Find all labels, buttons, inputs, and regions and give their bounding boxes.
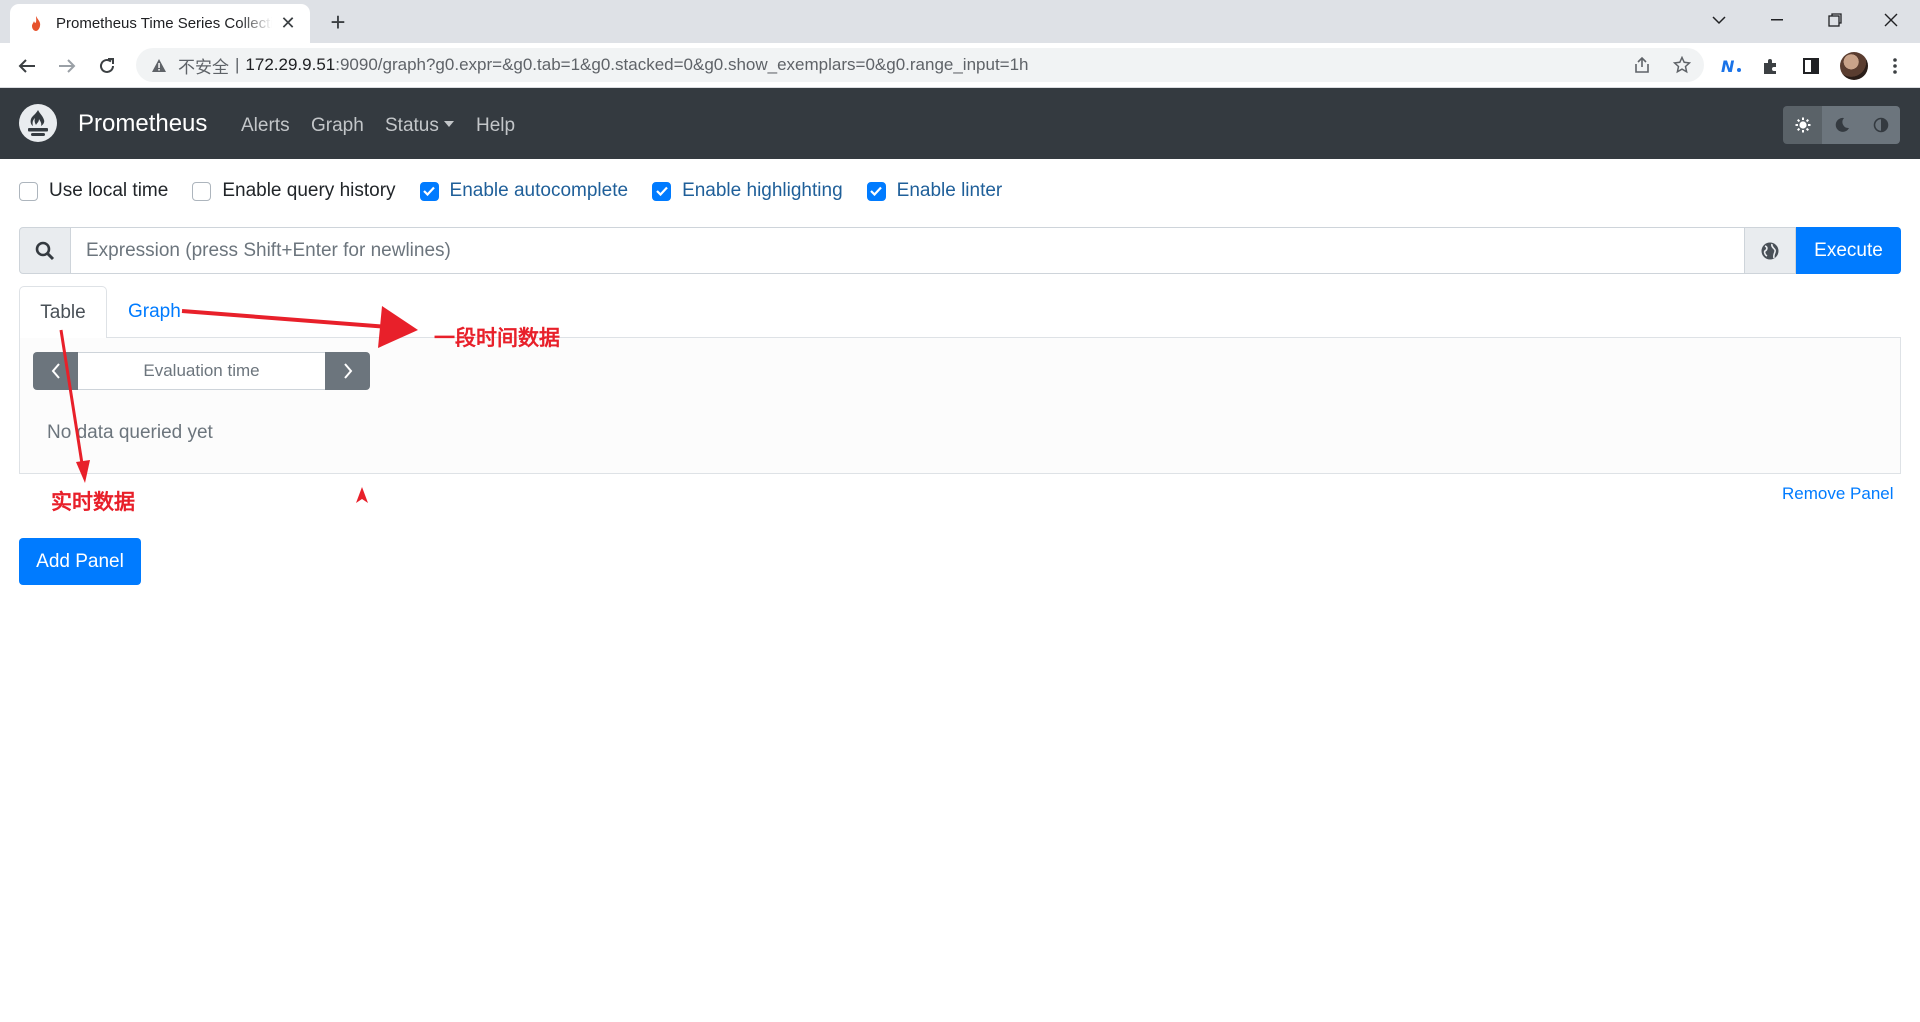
browser-tabstrip: Prometheus Time Series Collection and Pr… [0,0,1920,43]
nav-status[interactable]: Status [385,115,454,137]
query-options: Use local time Enable query history Enab… [19,180,1026,202]
tab-search-icon[interactable] [1690,0,1748,40]
expression-input[interactable]: Expression (press Shift+Enter for newlin… [71,227,1745,274]
nav-alerts[interactable]: Alerts [241,115,290,137]
checkmark-icon [655,186,668,196]
linter-checkbox[interactable] [866,181,886,201]
autocomplete-label[interactable]: Enable autocomplete [450,180,629,202]
use-local-time-checkbox[interactable] [19,181,38,201]
highlighting-option[interactable]: Enable highlighting [652,180,843,202]
use-local-time-label[interactable]: Use local time [49,180,168,202]
extensions-puzzle-icon[interactable] [1758,53,1784,79]
nav-help[interactable]: Help [476,115,515,137]
not-secure-warning-icon[interactable] [150,56,168,74]
tab-graph[interactable]: Graph [108,286,201,338]
nav-status-label: Status [385,115,439,136]
share-icon[interactable] [1632,55,1652,75]
theme-switcher [1783,106,1900,144]
not-secure-label: 不安全 [178,57,229,77]
evaluation-time-placeholder: Evaluation time [143,361,260,380]
expression-placeholder: Expression (press Shift+Enter for newlin… [86,239,451,261]
table-panel-body: Evaluation time No data queried yet [19,338,1901,474]
prometheus-flame-icon [28,15,44,32]
url-host: 172.29.9.51 [245,55,336,74]
dark-theme-moon-icon[interactable] [1822,106,1861,144]
previous-time-chevron-left-icon[interactable] [33,352,78,390]
reload-icon[interactable] [92,51,122,81]
checkmark-icon [423,186,435,196]
minimize-icon[interactable] [1748,0,1806,40]
add-panel-button[interactable]: Add Panel [19,538,141,585]
evaluation-time-group: Evaluation time [33,352,370,390]
restore-icon[interactable] [1806,0,1864,40]
url-path: :9090/graph?g0.expr=&g0.tab=1&g0.stacked… [335,55,1029,74]
annotation-graph-note: 一段时间数据 [434,326,560,350]
highlighting-label[interactable]: Enable highlighting [682,180,843,202]
no-data-message: No data queried yet [47,422,213,443]
profile-avatar[interactable] [1840,52,1868,80]
address-bar[interactable]: 不安全 | 172.29.9.51:9090/graph?g0.expr=&g0… [136,48,1704,82]
highlighting-checkbox[interactable] [652,181,672,201]
browser-toolbar: 不安全 | 172.29.9.51:9090/graph?g0.expr=&g0… [0,43,1920,88]
close-tab-icon[interactable]: ✕ [278,13,298,34]
tab-title: Prometheus Time Series Collection and Pr… [56,15,272,32]
brand-title[interactable]: Prometheus [78,110,207,138]
linter-label[interactable]: Enable linter [897,180,1003,202]
nav-graph[interactable]: Graph [311,115,364,137]
tab-table[interactable]: Table [19,286,107,339]
auto-theme-contrast-icon[interactable] [1861,106,1900,144]
caret-down-icon [443,121,454,127]
query-history-checkbox[interactable] [192,181,212,201]
url-separator: | [235,55,240,74]
light-theme-sun-icon[interactable] [1783,106,1822,144]
menu-kebab-icon[interactable] [1882,53,1908,79]
svg-text:N: N [1721,58,1735,74]
autocomplete-option[interactable]: Enable autocomplete [419,180,629,202]
linter-option[interactable]: Enable linter [866,180,1003,202]
bookmark-star-icon[interactable] [1672,55,1692,75]
search-icon [19,227,71,274]
prometheus-navbar: Prometheus Alerts Graph Status Help [0,88,1920,159]
evaluation-time-input[interactable]: Evaluation time [78,352,325,390]
autocomplete-checkbox[interactable] [419,181,439,201]
metrics-explorer-globe-icon[interactable] [1745,227,1796,274]
close-window-icon[interactable] [1862,0,1920,40]
prometheus-logo-icon[interactable] [19,104,57,142]
query-history-option[interactable]: Enable query history [192,180,396,202]
execute-button[interactable]: Execute [1796,227,1901,274]
browser-tab[interactable]: Prometheus Time Series Collection and Pr… [10,4,310,43]
forward-icon[interactable] [52,51,82,81]
expression-bar: Expression (press Shift+Enter for newlin… [19,227,1901,274]
query-history-label[interactable]: Enable query history [222,180,395,202]
use-local-time-option[interactable]: Use local time [19,180,168,202]
url-text[interactable]: 172.29.9.51:9090/graph?g0.expr=&g0.tab=1… [245,55,1028,75]
next-time-chevron-right-icon[interactable] [325,352,370,390]
panel-tabs: Table Graph [19,286,1901,339]
remove-panel-link[interactable]: Remove Panel [1782,484,1894,504]
annotation-small-arrowhead [356,487,368,503]
checkmark-icon [870,186,882,196]
back-icon[interactable] [12,51,42,81]
extension-n-icon[interactable]: N [1718,53,1744,79]
annotation-table-note: 实时数据 [51,490,135,514]
new-tab-button[interactable]: + [324,9,352,37]
side-panel-icon[interactable] [1798,53,1824,79]
